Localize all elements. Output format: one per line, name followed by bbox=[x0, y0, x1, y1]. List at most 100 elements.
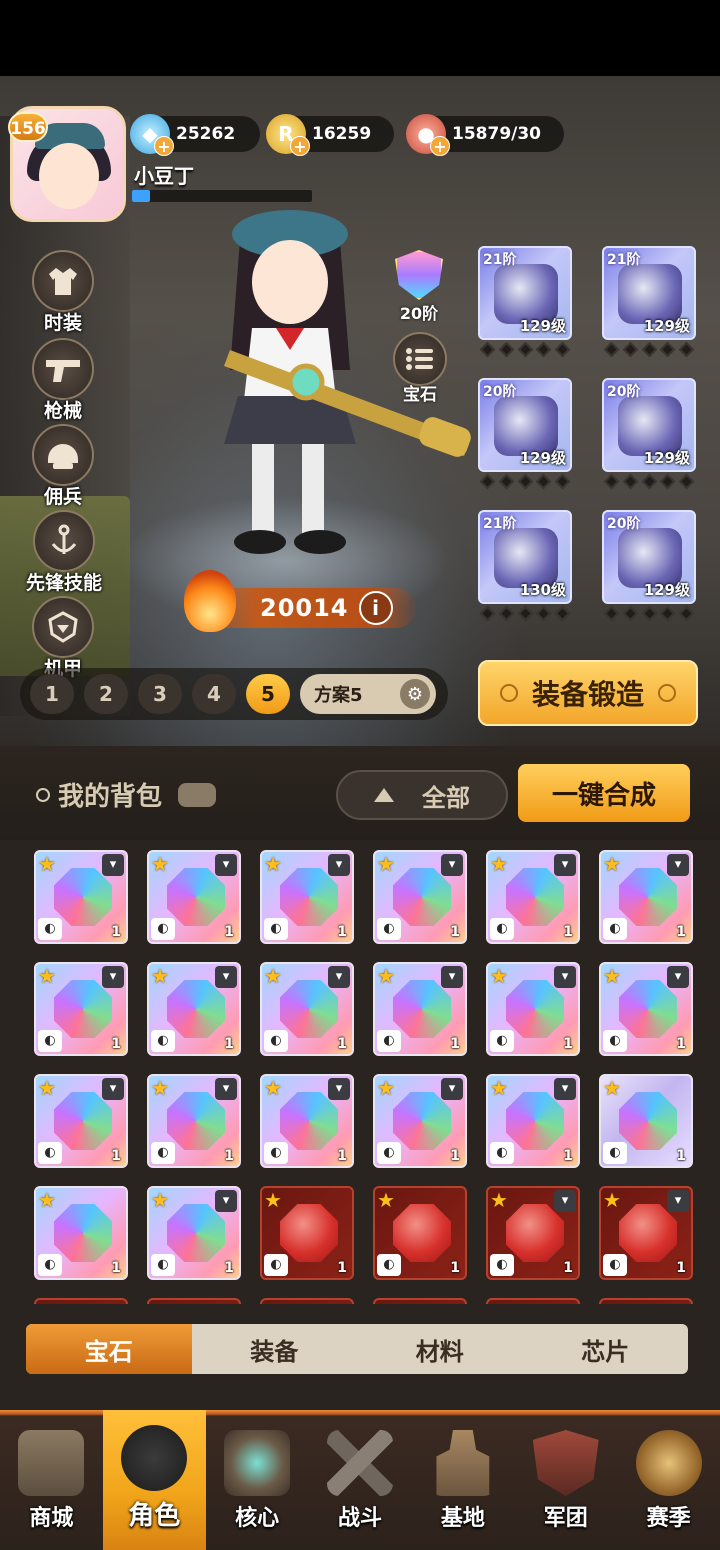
gem-item[interactable]: ★ ▾ ◐ 1 bbox=[34, 850, 128, 944]
gem-item[interactable]: ★ ◐ 1 bbox=[599, 1074, 693, 1168]
gem-item[interactable]: ★ ▾ ◐ 1 bbox=[373, 850, 467, 944]
gem-item[interactable]: ★ ▾ ◐ 1 bbox=[486, 850, 580, 944]
gem-item[interactable]: ★ ◐ 1 bbox=[260, 1186, 354, 1280]
side-button-mercenary[interactable]: 佣兵 bbox=[28, 424, 98, 509]
lock-icon: ▾ bbox=[554, 1078, 576, 1100]
gem-button[interactable]: 宝石 bbox=[390, 332, 450, 405]
diamond-resource[interactable]: ◆ + 25262 bbox=[130, 114, 260, 156]
coin-resource[interactable]: R + 16259 bbox=[266, 114, 394, 156]
tab-materials[interactable]: 材料 bbox=[357, 1324, 523, 1374]
forge-button-label: 装备锻造 bbox=[531, 678, 644, 711]
gem-item-partial[interactable] bbox=[34, 1298, 128, 1304]
tab-gems[interactable]: 宝石 bbox=[26, 1324, 192, 1374]
gem-item-partial[interactable] bbox=[147, 1298, 241, 1304]
gem-item[interactable]: ★ ▾ ◐ 1 bbox=[599, 850, 693, 944]
gem-icon bbox=[54, 1092, 112, 1150]
nav-legion[interactable]: 军团 bbox=[514, 1410, 617, 1550]
equipment-slot-icon: ◐ bbox=[38, 1030, 62, 1052]
backpack-panel: 我的背包 全部 一键合成 ★ ▾ ◐ 1 ★ ▾ ◐ 1 ★ ▾ ◐ 1 ★ ▾ ◐ 1 ★ ▾ ◐ 1 ★ ▾ ◐ 1 ★ ▾ ◐… bbox=[0, 746, 720, 1410]
gem-item[interactable]: ★ ▾ ◐ 1 bbox=[260, 1074, 354, 1168]
gem-item[interactable]: ★ ▾ ◐ 1 bbox=[34, 1074, 128, 1168]
gem-item[interactable]: ★ ▾ ◐ 1 bbox=[599, 1186, 693, 1280]
star-icon: ★ bbox=[264, 1076, 282, 1100]
equipment-tier: 20阶 bbox=[607, 516, 641, 532]
gem-item[interactable]: ★ ▾ ◐ 1 bbox=[260, 850, 354, 944]
item-quantity: 1 bbox=[337, 1036, 347, 1052]
item-quantity: 1 bbox=[111, 924, 121, 940]
tab-chips[interactable]: 芯片 bbox=[523, 1324, 689, 1374]
equipment-level: 129级 bbox=[643, 449, 690, 467]
crossed-guns-icon bbox=[327, 1430, 393, 1496]
gem-item[interactable]: ★ ▾ ◐ 1 bbox=[147, 1186, 241, 1280]
equipment-slot[interactable]: 20阶 129级 bbox=[478, 378, 572, 496]
gem-item-partial[interactable] bbox=[599, 1298, 693, 1304]
scheme-tab-4[interactable]: 4 bbox=[192, 674, 236, 714]
side-button-fashion[interactable]: 时装 bbox=[28, 250, 98, 335]
gem-item-partial[interactable] bbox=[486, 1298, 580, 1304]
scheme-tab-1[interactable]: 1 bbox=[30, 674, 74, 714]
one-click-merge-button[interactable]: 一键合成 bbox=[518, 764, 690, 822]
gem-icon bbox=[167, 1204, 225, 1262]
equipment-slot[interactable]: 20阶 129级 bbox=[602, 378, 696, 496]
filter-dropdown[interactable]: 全部 bbox=[336, 770, 508, 820]
gem-item[interactable]: ★ ▾ ◐ 1 bbox=[373, 962, 467, 1056]
gem-icon bbox=[280, 1204, 338, 1262]
gem-item[interactable]: ★ ▾ ◐ 1 bbox=[34, 962, 128, 1056]
tab-equipment[interactable]: 装备 bbox=[192, 1324, 358, 1374]
gem-icon bbox=[280, 980, 338, 1038]
gem-icon bbox=[167, 1092, 225, 1150]
gem-item[interactable]: ★ ▾ ◐ 1 bbox=[373, 1074, 467, 1168]
gem-item[interactable]: ★ ▾ ◐ 1 bbox=[486, 1074, 580, 1168]
gem-item[interactable]: ★ ▾ ◐ 1 bbox=[599, 962, 693, 1056]
gem-item[interactable]: ★ ▾ ◐ 1 bbox=[147, 850, 241, 944]
item-quantity: 1 bbox=[676, 1036, 686, 1052]
nav-label: 战斗 bbox=[338, 1506, 383, 1531]
gear-icon[interactable]: ⚙ bbox=[400, 679, 430, 709]
equipment-forge-button[interactable]: 装备锻造 bbox=[478, 660, 698, 726]
nav-character[interactable]: 角色 bbox=[102, 1410, 206, 1550]
add-coin-icon[interactable]: + bbox=[290, 136, 310, 156]
core-icon bbox=[224, 1430, 291, 1496]
gem-item[interactable]: ★ ▾ ◐ 1 bbox=[486, 962, 580, 1056]
lock-icon: ▾ bbox=[215, 1078, 237, 1100]
jacket-icon bbox=[32, 250, 94, 312]
gem-item[interactable]: ★ ◐ 1 bbox=[373, 1186, 467, 1280]
gem-item[interactable]: ★ ▾ ◐ 1 bbox=[147, 1074, 241, 1168]
side-button-weapons[interactable]: 枪械 bbox=[28, 338, 98, 423]
nav-base[interactable]: 基地 bbox=[411, 1410, 514, 1550]
stamina-resource[interactable]: ● + 15879/30 bbox=[406, 114, 564, 156]
equipment-tier: 21阶 bbox=[483, 252, 517, 268]
gem-item[interactable]: ★ ◐ 1 bbox=[34, 1186, 128, 1280]
info-icon[interactable]: i bbox=[358, 591, 393, 625]
item-quantity: 1 bbox=[111, 1036, 121, 1052]
lock-icon: ▾ bbox=[554, 854, 576, 876]
scheme-tab-3[interactable]: 3 bbox=[138, 674, 182, 714]
star-icon: ★ bbox=[603, 1188, 621, 1212]
equipment-slot[interactable]: 21阶 129级 bbox=[478, 246, 572, 364]
equipment-slot-icon: ◐ bbox=[38, 918, 62, 940]
equipment-slot[interactable]: 21阶 130级 bbox=[478, 510, 572, 628]
equipment-slot[interactable]: 20阶 129级 bbox=[602, 510, 696, 628]
gem-item[interactable]: ★ ▾ ◐ 1 bbox=[260, 962, 354, 1056]
gem-item-partial[interactable] bbox=[373, 1298, 467, 1304]
scheme-tab-2[interactable]: 2 bbox=[84, 674, 128, 714]
gem-item[interactable]: ★ ▾ ◐ 1 bbox=[147, 962, 241, 1056]
player-name: 小豆丁 bbox=[134, 164, 194, 188]
nav-season[interactable]: 赛季 bbox=[617, 1410, 720, 1550]
gem-item[interactable]: ★ ▾ ◐ 1 bbox=[486, 1186, 580, 1280]
gem-item-partial[interactable] bbox=[260, 1298, 354, 1304]
nav-label: 角色 bbox=[128, 1501, 181, 1531]
equipment-slot[interactable]: 21阶 129级 bbox=[602, 246, 696, 364]
equipment-slot-icon: ◐ bbox=[264, 1030, 288, 1052]
side-button-vanguard-skill[interactable]: 先锋技能 bbox=[18, 510, 110, 595]
add-stamina-icon[interactable]: + bbox=[430, 136, 450, 156]
equipment-tier: 20阶 bbox=[607, 384, 641, 400]
scheme-tab-5[interactable]: 5 bbox=[246, 674, 290, 714]
nav-battle[interactable]: 战斗 bbox=[309, 1410, 412, 1550]
scheme-name-button[interactable]: 方案5 ⚙ bbox=[300, 674, 436, 714]
rank-emblem[interactable]: 20阶 bbox=[388, 250, 450, 324]
add-diamond-icon[interactable]: + bbox=[154, 136, 174, 156]
nav-core[interactable]: 核心 bbox=[206, 1410, 309, 1550]
item-quantity: 1 bbox=[224, 1036, 234, 1052]
nav-shop[interactable]: 商城 bbox=[0, 1410, 103, 1550]
